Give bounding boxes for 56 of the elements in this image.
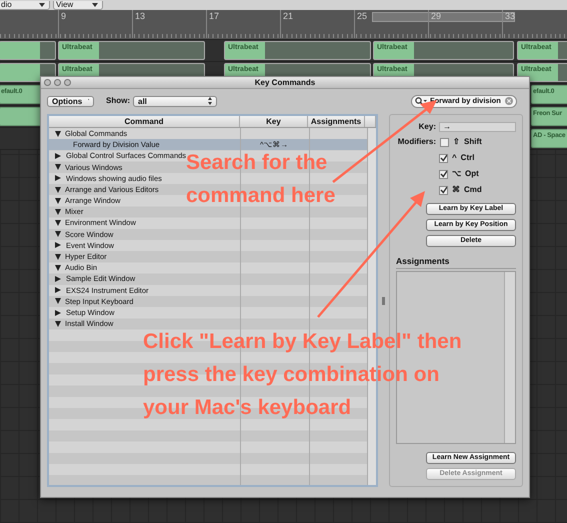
bar-number: 13 [132, 10, 146, 38]
bar-number: 29 [428, 10, 442, 38]
checkbox[interactable] [440, 138, 449, 146]
disclosure-icon[interactable] [55, 254, 61, 260]
show-select[interactable]: all [133, 96, 217, 106]
annotation-text: Search for the command here [186, 150, 336, 209]
key-field[interactable]: → [439, 122, 516, 132]
disclosure-icon[interactable] [55, 186, 61, 193]
disclosure-icon[interactable] [55, 231, 61, 238]
disclosure-icon[interactable] [55, 220, 61, 226]
modifier-label: Shift [464, 136, 482, 148]
splitter-handle[interactable] [382, 296, 385, 304]
menu-button[interactable]: View [53, 1, 103, 10]
modifier-symbol: ⌥ [452, 168, 461, 180]
search-icon [415, 97, 427, 105]
disclosure-icon[interactable] [55, 242, 61, 248]
region[interactable] [0, 63, 56, 82]
modifiers-label: Modifiers: [396, 136, 436, 148]
bar-number: 25 [354, 10, 368, 38]
column-header[interactable]: Assignments [308, 116, 365, 127]
stepper-icon [208, 97, 212, 105]
disclosure-icon[interactable] [55, 208, 61, 215]
bar-number: 33 [502, 10, 516, 38]
disclosure-icon[interactable] [55, 164, 61, 170]
column-header[interactable]: Command [49, 116, 240, 127]
scrollbar[interactable] [504, 272, 515, 443]
modifier-symbol: ^ [452, 152, 457, 164]
bar-number: 17 [206, 10, 220, 38]
disclosure-icon[interactable] [55, 298, 61, 304]
show-label: Show: [106, 95, 130, 107]
disclosure-icon[interactable] [55, 287, 61, 294]
disclosure-icon[interactable] [55, 152, 61, 159]
column-header[interactable]: Key [240, 116, 308, 127]
disclosure-icon[interactable] [55, 310, 61, 316]
disclosure-icon[interactable] [55, 264, 61, 271]
assignments-heading: Assignments [396, 255, 516, 269]
modifier-symbol: ⌘ [452, 184, 460, 196]
modifier-symbol: ⇧ [453, 136, 460, 148]
checkbox[interactable] [439, 186, 448, 194]
clear-icon[interactable] [505, 97, 513, 105]
checkbox[interactable] [439, 170, 448, 178]
disclosure-icon[interactable] [55, 175, 61, 182]
disclosure-icon[interactable] [55, 320, 61, 327]
disclosure-icon[interactable] [55, 198, 61, 204]
options-menu[interactable]: Options [47, 96, 94, 106]
modifier-label: Ctrl [460, 152, 474, 164]
checkbox[interactable] [439, 154, 448, 162]
region[interactable] [0, 41, 56, 60]
annotation-text: Click "Learn by Key Label" then press the key combination on your Mac's keyboard [143, 329, 462, 421]
bar-number: 9 [58, 10, 66, 38]
modifier-label: Cmd [464, 184, 482, 196]
key-label: Key: [418, 121, 436, 133]
modifier-label: Opt [465, 168, 479, 180]
bar-number: 21 [280, 10, 294, 38]
disclosure-icon[interactable] [55, 276, 61, 282]
menu-button[interactable]: dio [0, 1, 50, 10]
